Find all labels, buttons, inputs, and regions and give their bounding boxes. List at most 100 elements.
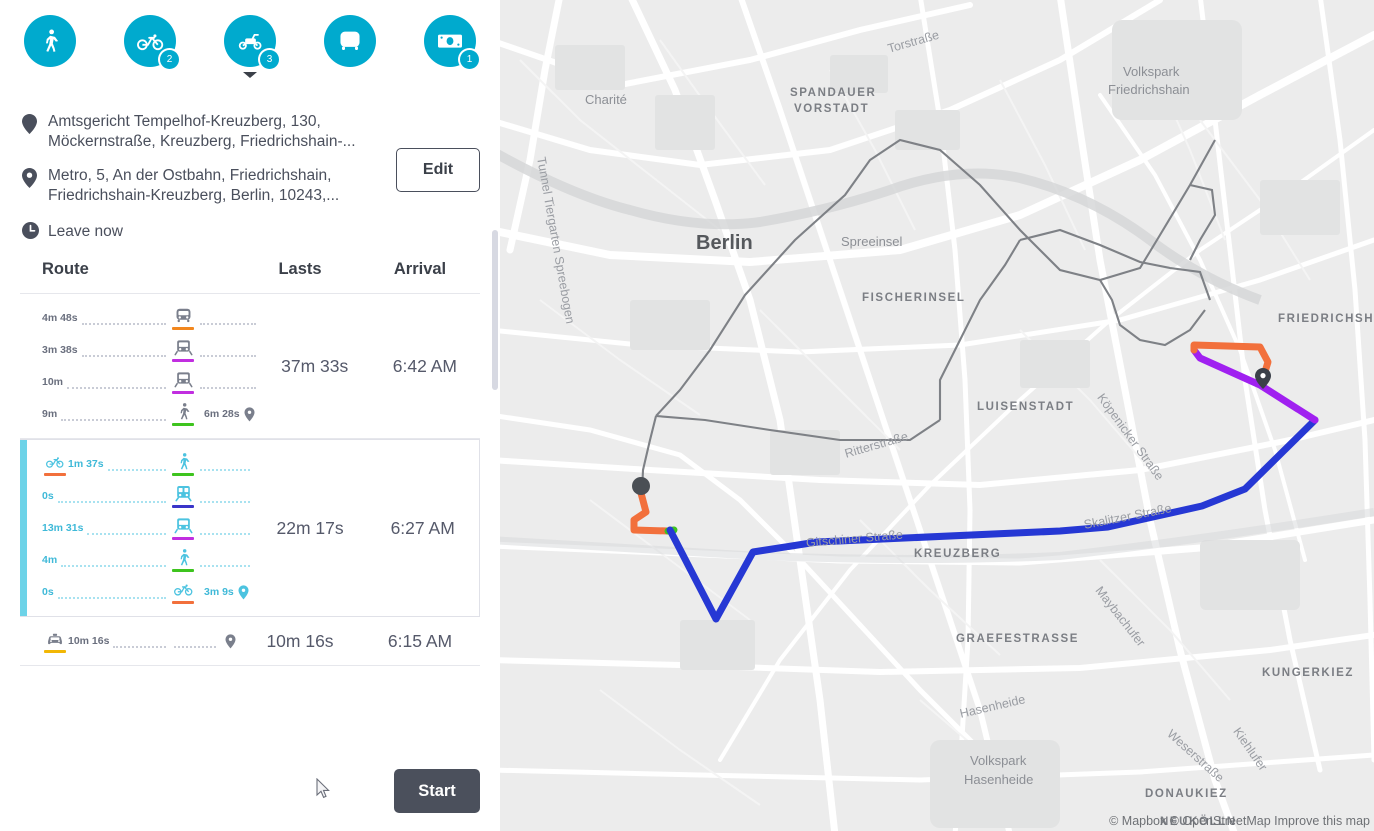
mode-scooter[interactable]: 3 <box>200 15 300 69</box>
segment-duration: 1m 37s <box>68 458 104 470</box>
segment-line <box>200 500 250 503</box>
pin-icon <box>234 584 254 600</box>
segment-duration: 3m 38s <box>42 344 78 356</box>
route-row[interactable]: 10m 16s 10m 16s 6:15 AM <box>20 617 480 666</box>
segment-duration: 13m 31s <box>42 522 84 534</box>
transport-mode-toolbar: 2 3 1 <box>0 0 500 69</box>
route-arrival: 6:42 AM <box>392 355 458 376</box>
route-arrival: 6:15 AM <box>387 630 453 651</box>
metro-icon <box>170 484 196 508</box>
route-segment: 10m <box>42 366 260 398</box>
mode-money[interactable]: 1 <box>400 15 500 69</box>
segment-line <box>57 596 166 599</box>
clock-icon <box>22 220 48 244</box>
route-segment: 3m 38s <box>42 334 260 366</box>
results-table-header: Route Lasts Arrival <box>0 244 500 293</box>
route-segments: 1m 37s 0s 13m 31s 4m 0s 3m 9s <box>20 440 254 616</box>
route-results-list[interactable]: 4m 48s 3m 38s 10m 9m 6m 28s 37m 33s 6:42 AM 1m … <box>20 293 480 672</box>
segment-line <box>61 418 166 421</box>
tram-icon <box>170 370 196 394</box>
route-arrival: 6:27 AM <box>390 517 455 538</box>
mode-button-bicycle[interactable]: 2 <box>124 15 179 69</box>
segment-line <box>200 354 256 357</box>
walk-icon <box>170 402 196 426</box>
route-segment: 9m 6m 28s <box>42 398 260 430</box>
segment-line <box>200 322 256 325</box>
segment-line <box>200 564 250 567</box>
mode-button-scooter[interactable]: 3 <box>224 15 279 69</box>
route-segment: 0s <box>42 480 254 512</box>
mode-button-walk[interactable] <box>24 15 76 67</box>
route-segment: 10m 16s <box>42 625 240 657</box>
route-planner-app: 2 3 1 Amtsgericht Tempelhof-Kreuzberg, 130… <box>0 0 1374 831</box>
walk-icon <box>170 548 196 572</box>
route-duration: 37m 33s <box>281 355 349 376</box>
mode-button-bus[interactable] <box>324 15 376 67</box>
header-arrival: Arrival <box>393 260 447 278</box>
mode-walk[interactable] <box>0 15 100 67</box>
left-panel: 2 3 1 Amtsgericht Tempelhof-Kreuzberg, 130… <box>0 0 500 831</box>
route-segment: 4m 48s <box>42 302 260 334</box>
bicycle-icon <box>136 28 164 55</box>
bus-icon <box>170 306 196 330</box>
mode-button-money[interactable]: 1 <box>424 15 479 69</box>
segment-duration: 0s <box>42 490 54 502</box>
taxi-icon <box>42 630 68 653</box>
mouse-cursor <box>316 777 330 804</box>
mode-bicycle[interactable]: 2 <box>100 15 200 69</box>
departure-time-label: Leave now <box>48 223 123 240</box>
segment-line <box>61 564 166 567</box>
mode-bus[interactable] <box>300 15 400 67</box>
segment-duration: 4m <box>42 554 58 566</box>
origin-pin-icon <box>22 112 48 139</box>
bicycle-icon <box>42 453 68 476</box>
chevron-down-icon[interactable] <box>241 69 259 81</box>
bicycle-icon <box>170 580 196 604</box>
route-segment: 4m <box>42 544 254 576</box>
edit-button[interactable]: Edit <box>396 148 480 192</box>
segment-duration: 10m <box>42 376 64 388</box>
bus-icon <box>337 28 363 54</box>
segment-line <box>67 386 166 389</box>
results-scrollbar[interactable] <box>492 230 498 390</box>
segment-line <box>200 532 250 535</box>
origin-address: Amtsgericht Tempelhof-Kreuzberg, 130, Mö… <box>48 113 356 150</box>
segment-line <box>81 322 166 325</box>
route-segment: 13m 31s <box>42 512 254 544</box>
destination-address: Metro, 5, An der Ostbahn, Friedrichshain… <box>48 167 340 204</box>
segment-duration: 0s <box>42 586 54 598</box>
origin-marker <box>632 476 650 496</box>
segment-line <box>200 468 250 471</box>
segment-line <box>113 645 166 648</box>
map-canvas[interactable]: Torstraße Volkspark Friedrichshain Charité S… <box>500 0 1374 831</box>
pin-icon <box>220 633 240 649</box>
walk-icon <box>37 28 63 54</box>
route-segment: 0s 3m 9s <box>42 576 254 608</box>
header-lasts: Lasts <box>278 260 322 278</box>
segment-duration: 10m 16s <box>68 635 110 647</box>
segment-line <box>200 386 256 389</box>
route-duration: 10m 16s <box>266 630 334 651</box>
tram-icon <box>170 338 196 362</box>
segment-duration: 9m <box>42 408 58 420</box>
segment-line <box>57 500 166 503</box>
destination-pin-icon <box>22 166 48 193</box>
route-row[interactable]: 1m 37s 0s 13m 31s 4m 0s 3m 9s 22m 17s 6:27 AM <box>20 439 480 617</box>
route-row[interactable]: 4m 48s 3m 38s 10m 9m 6m 28s 37m 33s 6:42 AM <box>20 294 480 439</box>
origin-row[interactable]: Amtsgericht Tempelhof-Kreuzberg, 130, Mö… <box>22 112 480 152</box>
route-segments: 4m 48s 3m 38s 10m 9m 6m 28s <box>20 294 260 438</box>
walk-icon <box>170 452 196 476</box>
map-vector-layer <box>500 0 1374 831</box>
segment-duration: 4m 48s <box>42 312 78 324</box>
header-route: Route <box>42 260 89 278</box>
map-attribution[interactable]: © Mapbox © OpenStreetMap Improve this ma… <box>1109 814 1370 828</box>
segment-duration: 3m 9s <box>204 586 234 598</box>
segment-line <box>174 645 216 648</box>
start-button[interactable]: Start <box>394 769 480 813</box>
segment-line <box>87 532 166 535</box>
route-segment: 1m 37s <box>42 448 254 480</box>
route-duration: 22m 17s <box>276 517 344 538</box>
tram-icon <box>170 516 196 540</box>
money-icon <box>436 27 464 55</box>
departure-row[interactable]: Leave now <box>22 220 480 244</box>
